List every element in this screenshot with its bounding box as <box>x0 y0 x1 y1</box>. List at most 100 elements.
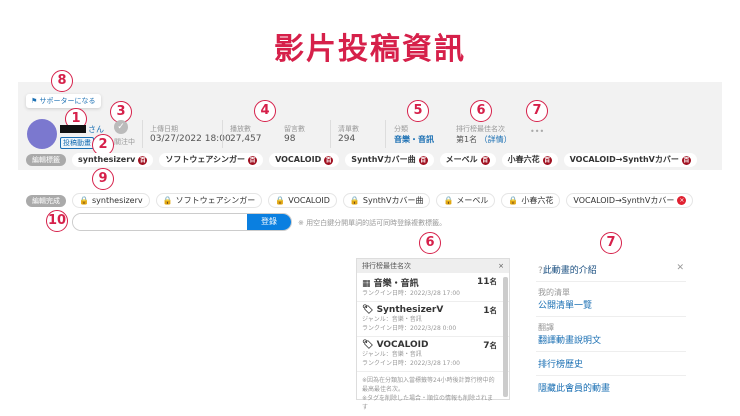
views-label: 播放數 <box>230 125 251 133</box>
menu-link-hide-user[interactable]: 隱藏此會員的動畫 <box>538 381 684 394</box>
popup-note: ※タグを削除した場合・順位の情報も削除されます <box>362 395 494 411</box>
comments-value: 98 <box>284 134 296 144</box>
tag-locked[interactable]: 🔒 小春六花 <box>501 193 561 208</box>
tag-label: ソフトウェアシンガー <box>175 196 256 205</box>
ranking-popup: 排行榜最佳名次 × ▦ 音樂・音訊 11名 ランクイン日時：2022/3/28 17:… <box>356 258 510 411</box>
annotation-7b: 7 <box>600 232 622 254</box>
dictionary-icon[interactable]: 百 <box>480 155 490 165</box>
tag-row-view: 編輯標籤 synthesizerv 百 ソフトウェアシンガー百 VOCALOID 百… <box>26 153 697 167</box>
dictionary-icon[interactable]: 百 <box>418 155 428 165</box>
annotation-5: 5 <box>407 100 429 122</box>
menu-link-ranking-history[interactable]: 排行榜歷史 <box>538 357 684 370</box>
tag-icon: 🏷 <box>362 305 377 315</box>
popup-title: 排行榜最佳名次 <box>362 262 411 270</box>
finish-editing-button[interactable]: 編輯完成 <box>26 194 66 207</box>
tag[interactable]: 小春六花百 <box>501 153 558 167</box>
delete-tag-icon[interactable]: × <box>677 196 687 205</box>
edit-tags-button[interactable]: 編輯標籤 <box>26 154 66 166</box>
ranking-name[interactable]: SynthesizerV <box>377 305 444 315</box>
ranking-item: 🏷 SynthesizerV 1名 ジャンル：音樂・音訊 ランクイン日時：2022/3… <box>357 302 509 337</box>
rank-unit: 名 <box>489 306 498 315</box>
supporter-label: サポーターになる <box>39 97 96 105</box>
menu-link-translate[interactable]: 翻譯動畫說明文 <box>538 333 684 346</box>
tag-label: VOCALOID→SynthVカバー <box>573 196 675 205</box>
upload-date-value: 03/27/2022 18:00 <box>150 134 231 144</box>
annotation-9: 9 <box>92 168 114 190</box>
dictionary-icon[interactable]: 百 <box>138 155 148 165</box>
ranking-meta: ランクイン日時：2022/3/28 17:00 <box>362 290 460 297</box>
lock-icon[interactable]: 🔒 <box>79 194 89 207</box>
ranking-name[interactable]: VOCALOID <box>377 340 429 350</box>
ranking-meta: ランクイン日時：2022/3/28 0:00 <box>362 325 457 332</box>
tag-label: ソフトウェアシンガー <box>165 155 246 164</box>
tag-label: VOCALOID <box>275 155 322 164</box>
dictionary-icon[interactable]: 百 <box>681 155 691 165</box>
mylist-value: 294 <box>338 134 356 144</box>
tag-label: VOCALOID→SynthVカバー <box>569 155 679 164</box>
tag-label: VOCALOID <box>288 196 330 205</box>
comments-label: 留言數 <box>284 125 305 133</box>
tag[interactable]: メーベル百 <box>439 153 496 167</box>
tag-row-edit: 編輯完成 🔒 synthesizerv 🔒 ソフトウェアシンガー 🔒 VOCALOID… <box>26 193 694 208</box>
avatar[interactable] <box>27 119 57 149</box>
tag-label: メーベル <box>456 196 489 205</box>
ranking-meta: ランクイン日時：2022/3/28 17:00 <box>362 360 460 367</box>
video-menu: ?此動畫的介紹 ✕ 我的清單 公開清單一覽 翻譯 翻譯動畫說明文 排行榜歷史 隱藏此會… <box>536 258 686 399</box>
lock-icon[interactable]: 🔒 <box>275 194 285 207</box>
dictionary-icon[interactable]: 百 <box>324 155 334 165</box>
tag-label: SynthVカバー曲 <box>362 196 424 205</box>
flag-icon: ⚑ <box>31 97 40 105</box>
tag-label: 小春六花 <box>521 196 554 205</box>
menu-link-public-mylists[interactable]: 公開清單一覽 <box>538 298 684 311</box>
tag[interactable]: synthesizerv 百 <box>72 153 154 167</box>
upload-date-label: 上傳日期 <box>150 125 178 133</box>
tag-label: synthesizerv <box>91 196 143 205</box>
best-rank-value: 第1名 （詳情） <box>456 134 512 145</box>
tag[interactable]: VOCALOID→SynthVカバー × <box>566 193 694 208</box>
posted-videos-badge[interactable]: 投稿動畫 <box>60 137 94 149</box>
category-link[interactable]: 音樂・音訊 <box>394 134 434 145</box>
scrollbar[interactable] <box>503 277 508 397</box>
page-title: 影片投稿資訊 <box>274 32 466 67</box>
annotation-10: 10 <box>46 210 68 232</box>
rank-number: 11 <box>476 277 490 287</box>
ranking-item: ▦ 音樂・音訊 11名 ランクイン日時：2022/3/28 17:00 <box>357 273 509 302</box>
tag[interactable]: VOCALOID→SynthVカバー百 <box>563 153 697 167</box>
close-icon[interactable]: × <box>498 259 504 273</box>
ranking-meta: ジャンル：音樂・音訊 <box>362 316 422 323</box>
close-icon[interactable]: ✕ <box>676 263 684 276</box>
supporter-button[interactable]: ⚑ サポーターになる <box>26 94 101 108</box>
tag-locked[interactable]: 🔒 メーベル <box>436 193 496 208</box>
best-rank-label: 排行榜最佳名次 <box>456 125 505 133</box>
tag[interactable]: SynthVカバー曲百 <box>345 153 434 167</box>
follow-check-icon[interactable]: ✓ <box>114 120 128 134</box>
tag-locked[interactable]: 🔒 ソフトウェアシンガー <box>155 193 263 208</box>
tag-label: synthesizerv <box>78 155 136 164</box>
dictionary-icon[interactable]: 百 <box>542 155 552 165</box>
tag-icon: 🏷 <box>362 340 377 350</box>
tag-input[interactable] <box>73 214 247 230</box>
lock-icon[interactable]: 🔒 <box>508 194 518 207</box>
menu-heading: 翻譯 <box>538 323 554 332</box>
ranking-name[interactable]: 音樂・音訊 <box>374 279 419 289</box>
tag-input-hint: ※ 用空白鍵分開單詞的話可同時登錄複數標籤。 <box>298 219 447 227</box>
lock-icon[interactable]: 🔒 <box>350 194 360 207</box>
ranking-item: 🏷 VOCALOID 7名 ジャンル：音樂・音訊 ランクイン日時：2022/3/28 … <box>357 337 509 372</box>
annotation-6: 6 <box>470 100 492 122</box>
divider <box>142 120 143 148</box>
tag[interactable]: VOCALOID 百 <box>269 153 340 167</box>
tag[interactable]: ソフトウェアシンガー百 <box>159 153 264 167</box>
tag-locked[interactable]: 🔒 synthesizerv <box>72 193 150 208</box>
more-icon[interactable]: ••• <box>530 127 544 136</box>
lock-icon[interactable]: 🔒 <box>443 194 453 207</box>
register-tag-button[interactable]: 登錄 <box>247 214 291 230</box>
tag-label: メーベル <box>445 155 478 164</box>
username-redacted[interactable] <box>60 125 86 133</box>
menu-heading: 我的清單 <box>538 288 570 297</box>
rank-detail-link[interactable]: （詳情） <box>480 135 512 144</box>
tag-locked[interactable]: 🔒 SynthVカバー曲 <box>342 193 431 208</box>
lock-icon[interactable]: 🔒 <box>163 194 173 207</box>
annotation-6b: 6 <box>419 232 441 254</box>
dictionary-icon[interactable]: 百 <box>248 155 258 165</box>
tag-locked[interactable]: 🔒 VOCALOID <box>268 193 337 208</box>
